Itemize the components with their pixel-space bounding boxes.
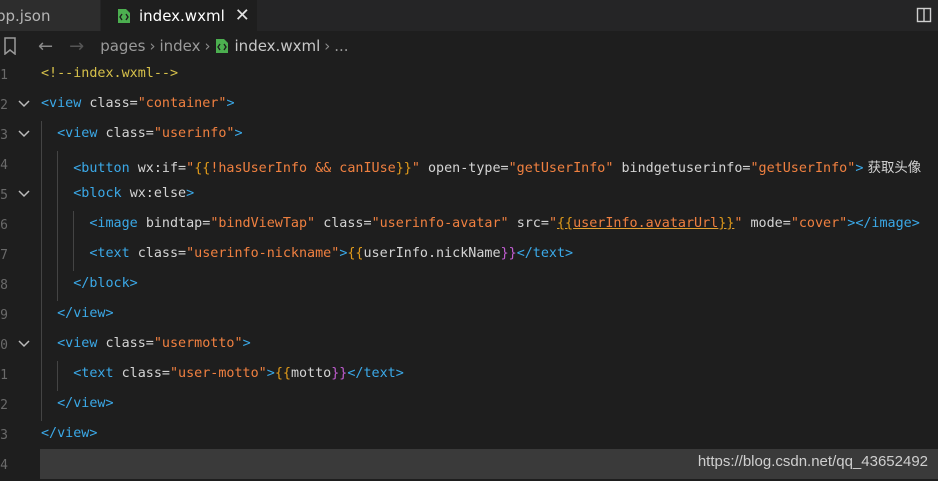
line-number: 4 bbox=[0, 158, 8, 173]
bookmark-icon[interactable] bbox=[2, 37, 18, 55]
line-number: 4 bbox=[0, 458, 8, 473]
wxml-file-icon bbox=[118, 8, 130, 23]
code-line: 3 </view> bbox=[0, 421, 938, 451]
line-number: 5 bbox=[0, 188, 8, 203]
breadcrumb: ← → pages › index › index.wxml › ... bbox=[0, 31, 938, 61]
line-number: 9 bbox=[0, 308, 8, 323]
line-number: 8 bbox=[0, 278, 8, 293]
tab-label: index.wxml bbox=[139, 6, 225, 25]
fold-chevron-icon[interactable] bbox=[17, 127, 31, 141]
line-number: 1 bbox=[0, 368, 8, 383]
tab-bar: pp.json index.wxml ✕ bbox=[0, 0, 938, 32]
breadcrumb-more[interactable]: ... bbox=[334, 37, 348, 55]
code-line: 1 <text class="user-motto">{{motto}}</te… bbox=[0, 361, 938, 391]
fold-chevron-icon[interactable] bbox=[17, 337, 31, 351]
line-number: 3 bbox=[0, 428, 8, 443]
code-text: </view> bbox=[57, 396, 114, 411]
line-number: 1 bbox=[0, 68, 8, 83]
chevron-right-icon: › bbox=[149, 37, 156, 55]
code-line: 3 <view class="userinfo"> bbox=[0, 121, 938, 151]
code-text: <text class="user-motto">{{motto}}</text… bbox=[73, 366, 404, 381]
code-text: <text class="userinfo-nickname">{{userIn… bbox=[89, 246, 574, 261]
breadcrumb-pages[interactable]: pages bbox=[100, 37, 145, 55]
code-text: <view class="container"> bbox=[41, 96, 235, 111]
line-number: 7 bbox=[0, 248, 8, 263]
tab-label: pp.json bbox=[0, 6, 51, 25]
code-line: 0 <view class="usermotto"> bbox=[0, 331, 938, 361]
code-text: <!--index.wxml--> bbox=[41, 66, 179, 81]
line-number: 6 bbox=[0, 218, 8, 233]
code-text: </view> bbox=[57, 306, 114, 321]
code-text: <image bindtap="bindViewTap" class="user… bbox=[89, 216, 920, 231]
tab-app-json[interactable]: pp.json bbox=[0, 0, 100, 31]
code-line: 2 </view> bbox=[0, 391, 938, 421]
wxml-file-icon bbox=[215, 39, 228, 53]
code-text: </block> bbox=[73, 276, 138, 291]
fold-chevron-icon[interactable] bbox=[17, 97, 31, 111]
forward-arrow-icon[interactable]: → bbox=[69, 36, 84, 57]
code-line: 5 <block wx:else> bbox=[0, 181, 938, 211]
code-line: 1 <!--index.wxml--> bbox=[0, 61, 938, 91]
breadcrumb-index[interactable]: index bbox=[159, 37, 200, 55]
line-number: 2 bbox=[0, 398, 8, 413]
line-number: 2 bbox=[0, 98, 8, 113]
breadcrumb-file[interactable]: index.wxml bbox=[235, 37, 321, 55]
code-line: 9 </view> bbox=[0, 301, 938, 331]
code-text: <view class="userinfo"> bbox=[57, 126, 243, 141]
code-text: <view class="usermotto"> bbox=[57, 336, 251, 351]
line-number: 3 bbox=[0, 128, 8, 143]
code-line: 6 <image bindtap="bindViewTap" class="us… bbox=[0, 211, 938, 241]
code-line: 4 <button wx:if="{{!hasUserInfo && canIU… bbox=[0, 151, 938, 181]
chevron-right-icon: › bbox=[324, 37, 331, 55]
code-text: <button wx:if="{{!hasUserInfo && canIUse… bbox=[73, 161, 922, 176]
code-line: 2 <view class="container"> bbox=[0, 91, 938, 121]
code-line: 7 <text class="userinfo-nickname">{{user… bbox=[0, 241, 938, 271]
chevron-right-icon: › bbox=[204, 37, 211, 55]
tab-index-wxml[interactable]: index.wxml ✕ bbox=[101, 0, 257, 31]
code-line: 8 </block> bbox=[0, 271, 938, 301]
fold-chevron-icon[interactable] bbox=[17, 187, 31, 201]
watermark: https://blog.csdn.net/qq_43652492 bbox=[697, 453, 928, 470]
line-number: 0 bbox=[0, 338, 8, 353]
back-arrow-icon[interactable]: ← bbox=[38, 36, 53, 57]
code-text: <block wx:else> bbox=[73, 186, 195, 201]
close-icon[interactable]: ✕ bbox=[235, 6, 250, 25]
code-editor[interactable]: 1 <!--index.wxml--> 2 <view class="conta… bbox=[0, 61, 938, 480]
code-text: </view> bbox=[41, 426, 98, 441]
split-editor-icon[interactable] bbox=[916, 7, 932, 23]
